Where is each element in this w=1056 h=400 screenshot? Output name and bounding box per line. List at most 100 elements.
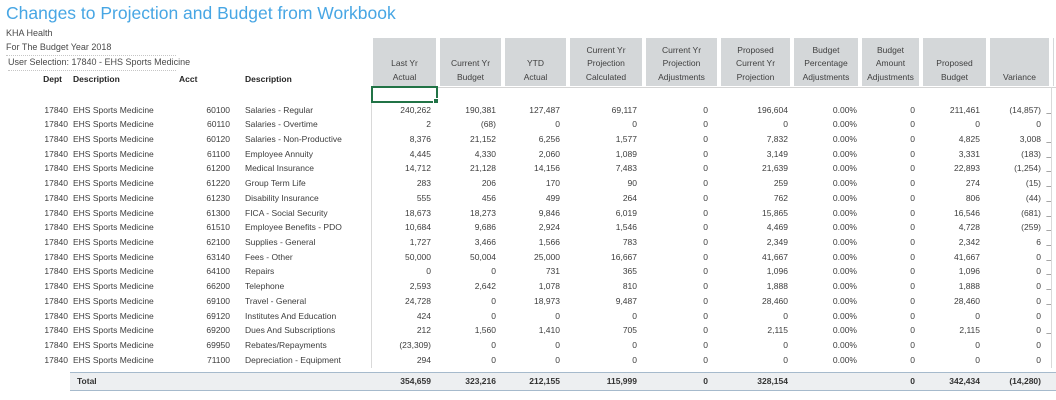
cell-last-yr-actual[interactable]: 1,727 xyxy=(371,235,438,250)
cell-dept[interactable]: 17840 xyxy=(0,250,70,265)
cell-ytd-actual[interactable]: 1,078 xyxy=(503,279,568,294)
cell-dept-description[interactable]: EHS Sports Medicine xyxy=(70,161,176,176)
cell-dept-description[interactable]: EHS Sports Medicine xyxy=(70,338,176,353)
cell-current-yr-budget[interactable]: 21,152 xyxy=(438,132,503,147)
cell-current-yr-budget[interactable]: 3,466 xyxy=(438,235,503,250)
cell-dept-description[interactable]: EHS Sports Medicine xyxy=(70,220,176,235)
cell-current-yr-projection-adjustments[interactable]: 0 xyxy=(644,250,719,265)
cell-acct[interactable]: 60120 xyxy=(176,132,232,147)
cell-dept-description[interactable]: EHS Sports Medicine xyxy=(70,206,176,221)
cell-proposed-current-yr-projection[interactable]: 21,639 xyxy=(719,161,792,176)
cell-current-yr-projection-adjustments[interactable]: 0 xyxy=(644,294,719,309)
cell-proposed-current-yr-projection[interactable]: 0 xyxy=(719,117,792,132)
cell-acct-description[interactable]: Group Term Life xyxy=(232,176,371,191)
cell-last-yr-actual[interactable]: 8,376 xyxy=(371,132,438,147)
cell-variance[interactable]: 0 xyxy=(988,338,1051,353)
cell-current-yr-projection-adjustments[interactable]: 0 xyxy=(644,279,719,294)
cell-dept-description[interactable]: EHS Sports Medicine xyxy=(70,264,176,279)
cell-acct-description[interactable]: Repairs xyxy=(232,264,371,279)
cell-proposed-budget[interactable]: 22,893 xyxy=(921,161,988,176)
cell-dept[interactable]: 17840 xyxy=(0,220,70,235)
cell-dept[interactable]: 17840 xyxy=(0,309,70,324)
cell-variance[interactable]: (15)_ xyxy=(988,176,1051,191)
cell-proposed-budget[interactable]: 3,331 xyxy=(921,147,988,162)
cell-last-yr-actual[interactable]: 212 xyxy=(371,323,438,338)
cell-budget-amount-adjustments[interactable]: 0 xyxy=(860,206,921,221)
cell-ytd-actual[interactable]: 14,156 xyxy=(503,161,568,176)
cell-current-yr-budget[interactable]: 0 xyxy=(438,309,503,324)
cell-dept-description[interactable]: EHS Sports Medicine xyxy=(70,250,176,265)
cell-acct-description[interactable]: Supplies - General xyxy=(232,235,371,250)
cell-proposed-budget[interactable]: 2,115 xyxy=(921,323,988,338)
cell-last-yr-actual[interactable]: 294 xyxy=(371,353,438,368)
cell-acct-description[interactable]: Salaries - Regular xyxy=(232,103,371,118)
cell-last-yr-actual[interactable]: 50,000 xyxy=(371,250,438,265)
cell-current-yr-budget[interactable]: 4,330 xyxy=(438,147,503,162)
cell-last-yr-actual[interactable]: 0 xyxy=(371,264,438,279)
cell-proposed-budget[interactable]: 28,460 xyxy=(921,294,988,309)
cell-dept-description[interactable]: EHS Sports Medicine xyxy=(70,309,176,324)
cell-last-yr-actual[interactable]: 555 xyxy=(371,191,438,206)
cell-dept-description[interactable]: EHS Sports Medicine xyxy=(70,132,176,147)
cell-current-yr-projection-calculated[interactable]: 9,487 xyxy=(568,294,644,309)
cell-dept[interactable]: 17840 xyxy=(0,294,70,309)
cell-proposed-budget[interactable]: 0 xyxy=(921,338,988,353)
cell-proposed-budget[interactable]: 1,888 xyxy=(921,279,988,294)
cell-acct-description[interactable]: Rebates/Repayments xyxy=(232,338,371,353)
cell-ytd-actual[interactable]: 0 xyxy=(503,353,568,368)
cell-budget-amount-adjustments[interactable]: 0 xyxy=(860,103,921,118)
cell-proposed-current-yr-projection[interactable]: 196,604 xyxy=(719,103,792,118)
cell-ytd-actual[interactable]: 499 xyxy=(503,191,568,206)
cell-acct[interactable]: 61300 xyxy=(176,206,232,221)
cell-variance[interactable]: 0 xyxy=(988,309,1051,324)
cell-acct-description[interactable]: Telephone xyxy=(232,279,371,294)
cell-proposed-budget[interactable]: 41,667 xyxy=(921,250,988,265)
cell-current-yr-projection-adjustments[interactable]: 0 xyxy=(644,132,719,147)
cell-variance[interactable]: (14,857)_ xyxy=(988,103,1051,118)
cell-dept-description[interactable]: EHS Sports Medicine xyxy=(70,147,176,162)
cell-proposed-budget[interactable]: 0 xyxy=(921,309,988,324)
cell-acct-description[interactable]: Salaries - Overtime xyxy=(232,117,371,132)
cell-dept[interactable]: 17840 xyxy=(0,176,70,191)
cell-last-yr-actual[interactable]: 4,445 xyxy=(371,147,438,162)
cell-dept-description[interactable]: EHS Sports Medicine xyxy=(70,117,176,132)
cell-variance[interactable]: (259)_ xyxy=(988,220,1051,235)
cell-ytd-actual[interactable]: 0 xyxy=(503,117,568,132)
cell-current-yr-projection-calculated[interactable]: 1,546 xyxy=(568,220,644,235)
cell-variance[interactable]: 3,008_ xyxy=(988,132,1051,147)
cell-ytd-actual[interactable]: 1,410 xyxy=(503,323,568,338)
cell-current-yr-budget[interactable]: 190,381 xyxy=(438,103,503,118)
cell-proposed-current-yr-projection[interactable]: 41,667 xyxy=(719,250,792,265)
cell-current-yr-budget[interactable]: 21,128 xyxy=(438,161,503,176)
cell-acct-description[interactable]: Employee Annuity xyxy=(232,147,371,162)
selected-cell[interactable] xyxy=(371,86,438,103)
cell-proposed-current-yr-projection[interactable]: 7,832 xyxy=(719,132,792,147)
cell-budget-amount-adjustments[interactable]: 0 xyxy=(860,161,921,176)
cell-ytd-actual[interactable]: 2,060 xyxy=(503,147,568,162)
cell-acct[interactable]: 61100 xyxy=(176,147,232,162)
cell-current-yr-projection-adjustments[interactable]: 0 xyxy=(644,147,719,162)
cell-proposed-budget[interactable]: 211,461 xyxy=(921,103,988,118)
cell-dept[interactable]: 17840 xyxy=(0,235,70,250)
cell-dept-description[interactable]: EHS Sports Medicine xyxy=(70,103,176,118)
cell-current-yr-projection-adjustments[interactable]: 0 xyxy=(644,338,719,353)
cell-dept[interactable]: 17840 xyxy=(0,132,70,147)
cell-budget-percentage-adjustments[interactable]: 0.00% xyxy=(792,132,860,147)
cell-dept-description[interactable]: EHS Sports Medicine xyxy=(70,353,176,368)
cell-budget-amount-adjustments[interactable]: 0 xyxy=(860,191,921,206)
cell-current-yr-projection-adjustments[interactable]: 0 xyxy=(644,323,719,338)
cell-proposed-current-yr-projection[interactable]: 1,096 xyxy=(719,264,792,279)
cell-current-yr-projection-calculated[interactable]: 810 xyxy=(568,279,644,294)
cell-variance[interactable]: 0_ xyxy=(988,264,1051,279)
cell-dept[interactable]: 17840 xyxy=(0,206,70,221)
cell-current-yr-budget[interactable]: 1,560 xyxy=(438,323,503,338)
cell-acct[interactable]: 71100 xyxy=(176,353,232,368)
cell-current-yr-budget[interactable]: 456 xyxy=(438,191,503,206)
cell-dept[interactable]: 17840 xyxy=(0,147,70,162)
cell-budget-percentage-adjustments[interactable]: 0.00% xyxy=(792,161,860,176)
cell-budget-amount-adjustments[interactable]: 0 xyxy=(860,117,921,132)
cell-current-yr-projection-adjustments[interactable]: 0 xyxy=(644,161,719,176)
cell-last-yr-actual[interactable]: 10,684 xyxy=(371,220,438,235)
cell-last-yr-actual[interactable]: (23,309) xyxy=(371,338,438,353)
cell-proposed-budget[interactable]: 4,825 xyxy=(921,132,988,147)
